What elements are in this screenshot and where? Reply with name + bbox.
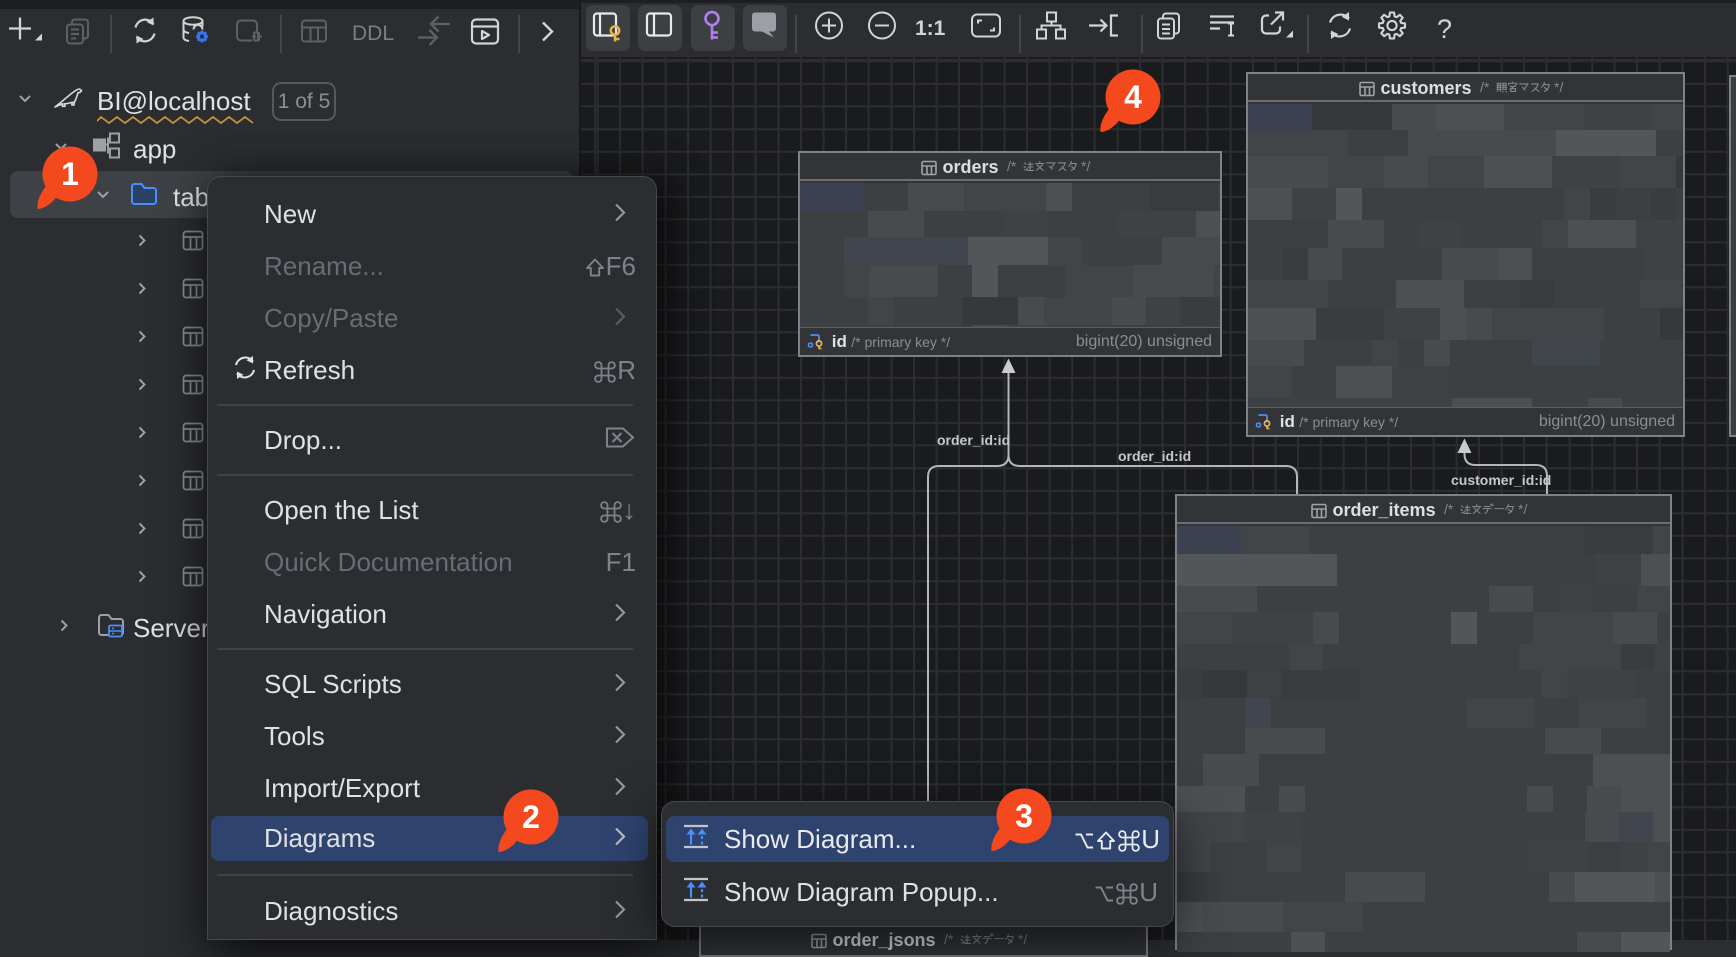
svg-text:/*: /* [1007, 158, 1017, 174]
svg-text:/*: /* [1480, 79, 1490, 95]
svg-text:*/: */ [1554, 79, 1563, 95]
svg-text:3: 3 [1015, 798, 1033, 834]
svg-text:*/: */ [1518, 501, 1527, 517]
svg-text:2: 2 [522, 799, 540, 835]
svg-text:4: 4 [1124, 79, 1142, 115]
svg-text:*/: */ [1018, 931, 1027, 947]
svg-text:/*: /* [1444, 501, 1454, 517]
svg-text:*/: */ [1081, 158, 1090, 174]
svg-text:1: 1 [61, 156, 79, 192]
svg-text:/*: /* [944, 931, 954, 947]
